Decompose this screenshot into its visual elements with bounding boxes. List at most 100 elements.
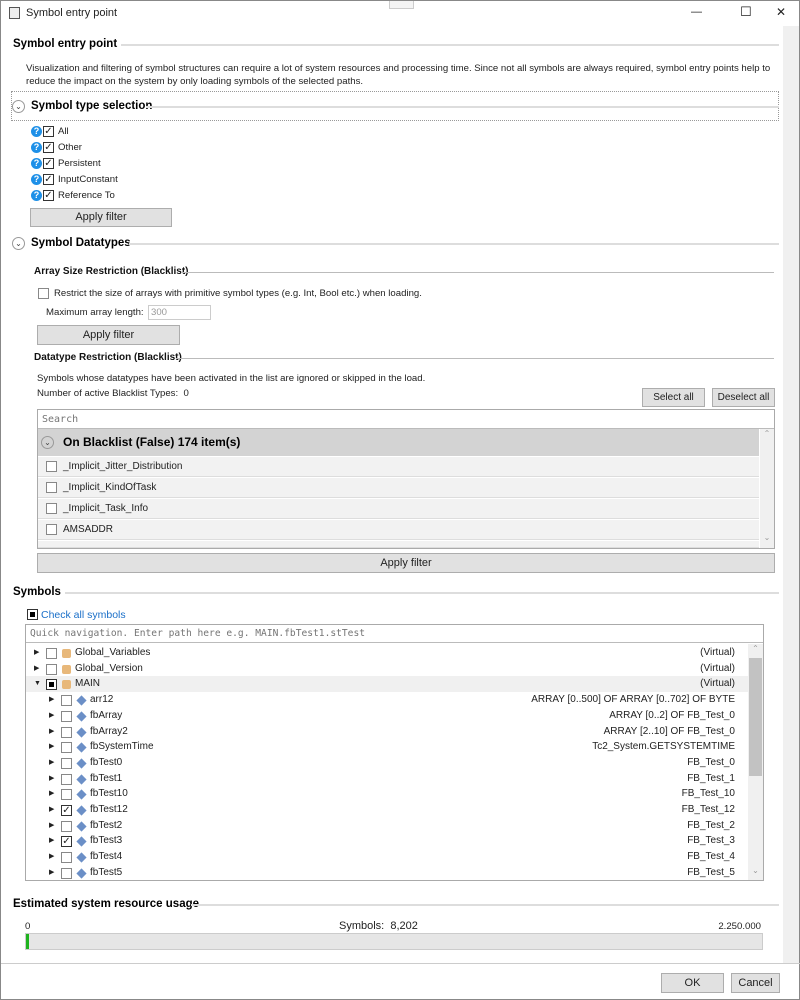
tree-checkbox[interactable] xyxy=(61,710,72,722)
tree-row-name: Global_Variables xyxy=(75,647,151,658)
entry-desc-2: reduce the impact on the system by only … xyxy=(26,76,364,87)
blacklist-checkbox[interactable] xyxy=(46,503,57,514)
expand-arrow-icon[interactable]: ▶ xyxy=(34,645,39,661)
tree-row-name: fbArray2 xyxy=(90,725,128,737)
outer-scrollbar[interactable] xyxy=(783,26,799,963)
tree-checkbox[interactable] xyxy=(61,820,72,832)
tree-row[interactable]: ▶ ✓ fbTest3 FB_Test_3 xyxy=(26,833,748,849)
tree-row[interactable]: ▶ arr12 ARRAY [0..500] OF ARRAY [0..702]… xyxy=(26,692,748,708)
minimize-button[interactable]: — xyxy=(691,6,702,18)
symbol-icon xyxy=(76,726,87,738)
tree-checkbox[interactable]: ✓ xyxy=(61,836,72,848)
blacklist-item[interactable]: _Implicit_KindOfTask xyxy=(38,478,759,498)
tree-checkbox[interactable] xyxy=(61,757,72,769)
type-checkbox[interactable]: ✓ xyxy=(43,158,54,169)
check-all-link[interactable]: Check all symbols xyxy=(41,609,126,621)
help-icon[interactable]: ? xyxy=(31,142,42,153)
expand-arrow-icon[interactable]: ▶ xyxy=(49,692,54,708)
tree-checkbox[interactable] xyxy=(46,648,57,659)
tree-checkbox[interactable]: ✓ xyxy=(61,805,72,816)
collapse-chevron-icon[interactable]: ⌄ xyxy=(12,100,25,113)
blacklist-scrollbar[interactable]: ⌃ ⌄ xyxy=(760,429,774,548)
tree-row[interactable]: ▶ fbTest2 FB_Test_2 xyxy=(26,818,748,834)
expand-arrow-icon[interactable]: ▶ xyxy=(49,771,54,787)
collapse-chevron-icon[interactable]: ⌄ xyxy=(41,436,54,449)
expand-arrow-icon[interactable]: ▶ xyxy=(49,849,54,865)
quick-navigation-input[interactable] xyxy=(26,625,763,643)
tree-checkbox[interactable] xyxy=(46,663,57,675)
help-icon[interactable]: ? xyxy=(31,174,42,185)
tree-checkbox[interactable] xyxy=(61,742,72,754)
type-checkbox[interactable]: ✓ xyxy=(43,126,54,137)
tree-row[interactable]: ▶ fbTest1 FB_Test_1 xyxy=(26,771,748,787)
symbol-icon xyxy=(76,805,87,816)
tree-row[interactable]: ▶ Global_Variables (Virtual) xyxy=(26,645,748,661)
apply-filter-datatype-button[interactable]: Apply filter xyxy=(37,553,775,573)
blacklist-checkbox[interactable] xyxy=(46,482,57,493)
blacklist-item[interactable]: AMSADDR xyxy=(38,520,759,540)
expand-arrow-icon[interactable]: ▶ xyxy=(49,818,54,834)
drag-grip[interactable] xyxy=(389,1,414,9)
tree-scrollbar[interactable]: ⌃ ⌄ xyxy=(748,644,763,880)
tree-row[interactable]: ▶ fbTest5 FB_Test_5 xyxy=(26,865,748,881)
ok-button[interactable]: OK xyxy=(661,973,724,993)
tree-checkbox[interactable] xyxy=(61,695,72,707)
help-icon[interactable]: ? xyxy=(31,190,42,201)
tree-checkbox[interactable] xyxy=(61,726,72,738)
expand-arrow-icon[interactable]: ▶ xyxy=(49,802,54,818)
type-checkbox[interactable]: ✓ xyxy=(43,174,54,185)
tree-row[interactable]: ▶ fbTest4 FB_Test_4 xyxy=(26,849,748,865)
tree-row[interactable]: ▶ ✓ fbTest12 FB_Test_12 xyxy=(26,802,748,818)
blacklist-checkbox[interactable] xyxy=(46,524,57,535)
tree-row[interactable]: ▶ fbArray2 ARRAY [2..10] OF FB_Test_0 xyxy=(26,724,748,740)
select-all-button[interactable]: Select all xyxy=(642,388,705,407)
tree-row[interactable]: ▼ MAIN (Virtual) xyxy=(26,676,748,693)
tree-row-name: fbTest12 xyxy=(90,804,128,815)
close-button[interactable]: ✕ xyxy=(776,5,786,19)
tree-checkbox[interactable] xyxy=(61,852,72,864)
datatypes-heading: Symbol Datatypes xyxy=(31,237,131,249)
check-all-checkbox[interactable] xyxy=(27,609,38,620)
blacklist-count: Number of active Blacklist Types: 0 xyxy=(37,388,189,399)
expand-arrow-icon[interactable]: ▶ xyxy=(49,739,54,755)
blacklist-checkbox[interactable] xyxy=(46,461,57,472)
help-icon[interactable]: ? xyxy=(31,158,42,169)
maximize-button[interactable]: ☐ xyxy=(740,4,752,20)
tree-row[interactable]: ▶ Global_Version (Virtual) xyxy=(26,661,748,677)
restrict-arrays-checkbox[interactable] xyxy=(38,288,49,299)
collapse-chevron-icon[interactable]: ⌄ xyxy=(12,237,25,250)
expand-arrow-icon[interactable]: ▶ xyxy=(49,833,54,849)
deselect-all-button[interactable]: Deselect all xyxy=(712,388,775,407)
tree-checkbox[interactable] xyxy=(61,867,72,879)
tree-row[interactable]: ▶ fbTest0 FB_Test_0 xyxy=(26,755,748,771)
blacklist-search-input[interactable] xyxy=(38,410,774,429)
expand-arrow-icon[interactable]: ▶ xyxy=(34,661,39,677)
tree-checkbox[interactable] xyxy=(61,789,72,801)
help-icon[interactable]: ? xyxy=(31,126,42,137)
apply-filter-types-button[interactable]: Apply filter xyxy=(30,208,172,227)
type-checkbox[interactable]: ✓ xyxy=(43,190,54,201)
type-checkbox[interactable]: ✓ xyxy=(43,142,54,153)
blacklist-item[interactable]: _Implicit_Jitter_Distribution xyxy=(38,457,759,477)
symbol-icon xyxy=(76,789,87,800)
expand-arrow-icon[interactable]: ▶ xyxy=(49,786,54,802)
collapse-arrow-icon[interactable]: ▼ xyxy=(34,676,41,692)
blacklist-item[interactable]: _Implicit_Task_Info xyxy=(38,499,759,519)
tree-row[interactable]: ▶ fbArray ARRAY [0..2] OF FB_Test_0 xyxy=(26,708,748,724)
tree-row[interactable]: ▶ fbTest10 FB_Test_10 xyxy=(26,786,748,802)
expand-arrow-icon[interactable]: ▶ xyxy=(49,755,54,771)
tree-checkbox[interactable] xyxy=(61,773,72,785)
expand-arrow-icon[interactable]: ▶ xyxy=(49,708,54,724)
tree-row-type: FB_Test_10 xyxy=(681,788,735,800)
tree-row[interactable]: ▶ fbSystemTime Tc2_System.GETSYSTEMTIME xyxy=(26,739,748,755)
usage-progress-fill xyxy=(26,934,29,949)
max-array-input[interactable] xyxy=(148,305,211,320)
expand-arrow-icon[interactable]: ▶ xyxy=(49,724,54,740)
expand-arrow-icon[interactable]: ▶ xyxy=(49,865,54,881)
apply-filter-array-button[interactable]: Apply filter xyxy=(37,325,180,345)
blacklist-item-label: _Implicit_KindOfTask xyxy=(63,482,157,493)
symbol-icon xyxy=(76,852,87,863)
usage-symbols-label: Symbols: xyxy=(339,920,385,932)
tree-checkbox[interactable] xyxy=(46,679,57,691)
cancel-button[interactable]: Cancel xyxy=(731,973,780,993)
